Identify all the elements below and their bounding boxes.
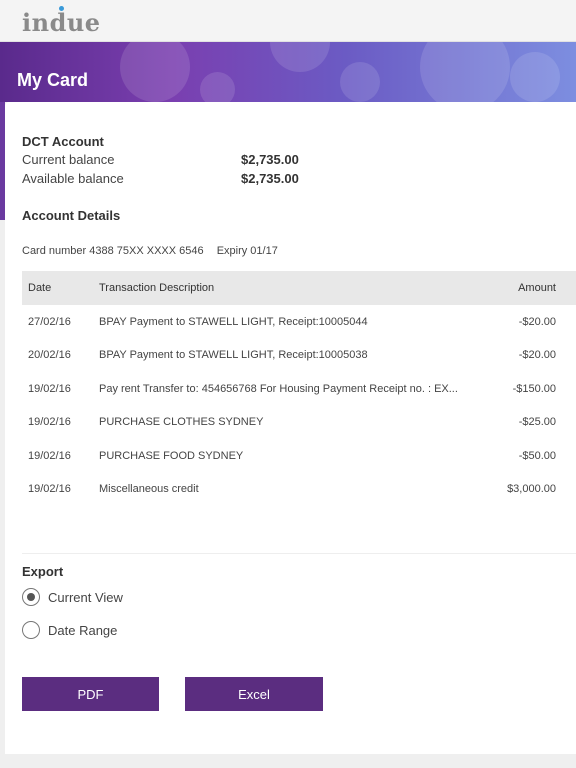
column-header-amount: Amount [518, 282, 556, 294]
radio-date-range[interactable] [22, 621, 40, 639]
row-description: BPAY Payment to STAWELL LIGHT, Receipt:1… [99, 349, 368, 361]
page-banner: My Card [0, 42, 576, 102]
row-amount: $3,000.00 [507, 483, 556, 495]
radio-current-view-label[interactable]: Current View [48, 590, 123, 605]
available-balance-value: $2,735.00 [241, 171, 299, 186]
row-date: 19/02/16 [28, 450, 71, 462]
row-description: Miscellaneous credit [99, 483, 199, 495]
section-divider [22, 553, 576, 554]
transactions-table-header: Date Transaction Description Amount [22, 271, 576, 305]
row-amount: -$150.00 [512, 383, 556, 395]
top-bar: indue [0, 0, 576, 42]
available-balance-label: Available balance [22, 171, 124, 186]
row-amount: -$50.00 [518, 450, 556, 462]
excel-button[interactable]: Excel [185, 677, 323, 711]
table-row[interactable]: 19/02/16 Miscellaneous credit $3,000.00 [22, 472, 576, 505]
column-header-description: Transaction Description [99, 282, 215, 294]
card-number: Card number 4388 75XX XXXX 6546 [22, 245, 204, 257]
row-date: 19/02/16 [28, 383, 71, 395]
row-description: Pay rent Transfer to: 454656768 For Hous… [99, 383, 458, 395]
card-info: Card number 4388 75XX XXXX 6546 Expiry 0… [22, 245, 288, 257]
card-expiry: Expiry 01/17 [216, 245, 278, 257]
column-header-date: Date [28, 282, 52, 294]
radio-current-view[interactable] [22, 588, 40, 606]
export-title: Export [22, 564, 64, 579]
row-description: BPAY Payment to STAWELL LIGHT, Receipt:1… [99, 316, 368, 328]
row-description: PURCHASE CLOTHES SYDNEY [99, 416, 264, 428]
page-title: My Card [17, 70, 89, 90]
card-panel: DCT Account Current balance $2,735.00 Av… [5, 102, 576, 754]
row-date: 19/02/16 [28, 416, 71, 428]
radio-date-range-label[interactable]: Date Range [48, 623, 117, 638]
row-date: 19/02/16 [28, 483, 71, 495]
table-row[interactable]: 19/02/16 PURCHASE FOOD SYDNEY -$50.00 [22, 439, 576, 472]
account-title: DCT Account [22, 134, 104, 149]
row-amount: -$20.00 [518, 316, 556, 328]
table-row[interactable]: 27/02/16 BPAY Payment to STAWELL LIGHT, … [22, 305, 576, 338]
current-balance-value: $2,735.00 [241, 152, 299, 167]
table-row[interactable]: 19/02/16 Pay rent Transfer to: 454656768… [22, 372, 576, 405]
row-amount: -$20.00 [518, 349, 556, 361]
account-details-title: Account Details [22, 208, 121, 223]
row-description: PURCHASE FOOD SYDNEY [99, 450, 244, 462]
row-date: 27/02/16 [28, 316, 71, 328]
row-date: 20/02/16 [28, 349, 71, 361]
table-row[interactable]: 20/02/16 BPAY Payment to STAWELL LIGHT, … [22, 338, 576, 371]
current-balance-label: Current balance [22, 152, 115, 167]
pdf-button[interactable]: PDF [22, 677, 159, 711]
indue-logo: indue [22, 8, 101, 37]
logo-dot-icon [59, 6, 64, 11]
row-amount: -$25.00 [518, 416, 556, 428]
table-row[interactable]: 19/02/16 PURCHASE CLOTHES SYDNEY -$25.00 [22, 405, 576, 438]
